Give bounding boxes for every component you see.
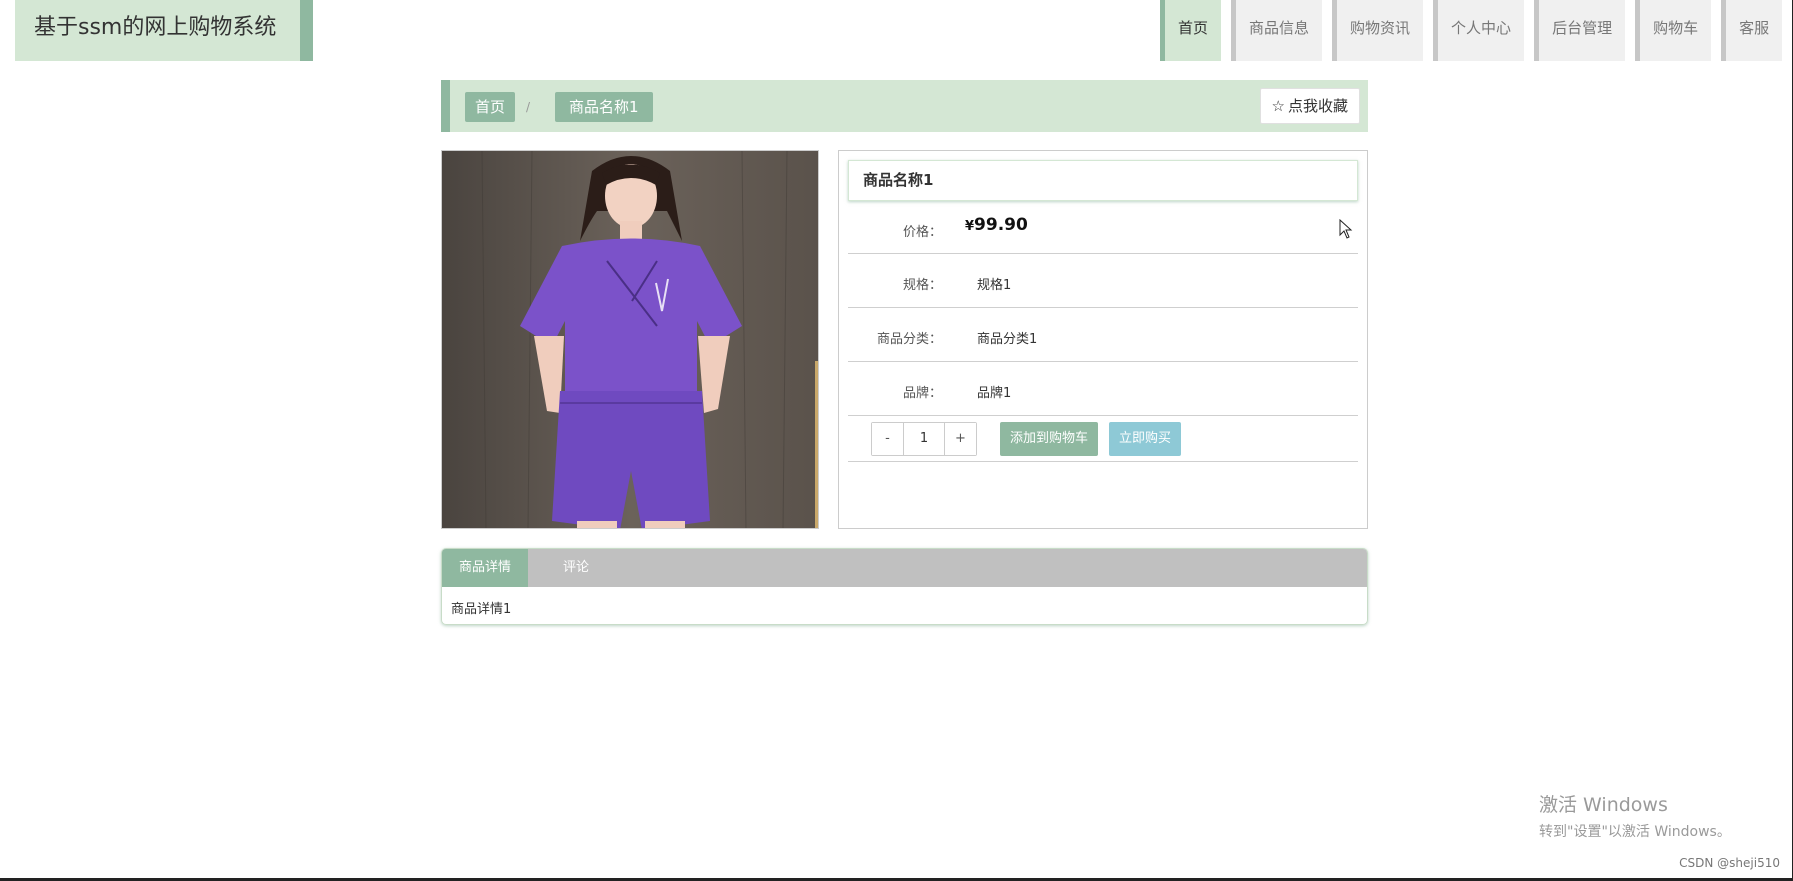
category-value: 商品分类1 xyxy=(977,332,1038,347)
buy-now-button[interactable]: 立即购买 xyxy=(1109,422,1182,456)
category-row: 商品分类： 商品分类1 xyxy=(848,308,1358,362)
brand-value: 品牌1 xyxy=(977,386,1012,401)
tab-comments[interactable]: 评论 xyxy=(528,549,624,587)
tab-content: 商品详情1 xyxy=(451,602,512,617)
quantity-minus-button[interactable]: - xyxy=(872,423,903,455)
watermark-line2: 转到"设置"以激活 Windows。 xyxy=(1539,824,1731,840)
windows-activation-watermark: 激活 Windows 转到"设置"以激活 Windows。 xyxy=(1539,790,1731,841)
quantity-plus-button[interactable]: + xyxy=(945,423,976,455)
nav-item-profile[interactable]: 个人中心 xyxy=(1433,0,1525,61)
price-currency: ¥ xyxy=(965,219,975,234)
tab-bar: 商品详情 评论 xyxy=(442,549,1367,587)
star-outline-icon: ☆ xyxy=(1271,97,1285,115)
quantity-input[interactable]: 1 xyxy=(903,423,945,455)
add-to-cart-button[interactable]: 添加到购物车 xyxy=(1000,422,1099,456)
spec-row: 规格： 规格1 xyxy=(848,254,1358,308)
breadcrumb-home[interactable]: 首页 xyxy=(465,92,516,122)
favorite-button[interactable]: ☆ 点我收藏 xyxy=(1259,88,1360,124)
nav-item-news[interactable]: 购物资讯 xyxy=(1332,0,1424,61)
watermark-line1: 激活 Windows xyxy=(1539,794,1668,816)
price-amount: 99.90 xyxy=(974,215,1028,235)
top-nav: 首页 商品信息 购物资讯 个人中心 后台管理 购物车 客服 xyxy=(1160,0,1792,61)
price-value: ¥99.90 xyxy=(965,215,1028,235)
spec-value: 规格1 xyxy=(977,278,1012,293)
nav-item-cart[interactable]: 购物车 xyxy=(1635,0,1712,61)
price-row: 价格： ¥99.90 xyxy=(848,200,1358,254)
brand-row: 品牌： 品牌1 xyxy=(848,362,1358,416)
product-tabs: 商品详情 评论 商品详情1 xyxy=(441,548,1368,625)
nav-item-service[interactable]: 客服 xyxy=(1721,0,1783,61)
price-label: 价格： xyxy=(902,225,942,240)
breadcrumb: 首页 / 商品名称1 ☆ 点我收藏 xyxy=(441,80,1368,132)
product-image xyxy=(441,150,819,529)
product-photo xyxy=(442,151,818,528)
spec-label: 规格： xyxy=(902,278,942,293)
mouse-cursor-icon xyxy=(1339,219,1353,239)
action-row: - 1 + 添加到购物车 立即购买 xyxy=(848,416,1358,462)
tab-detail[interactable]: 商品详情 xyxy=(442,549,529,587)
product-info-panel: 商品名称1 价格： ¥99.90 规格： 规格1 商品分类： 商品分类1 品牌：… xyxy=(838,150,1368,529)
nav-item-home[interactable]: 首页 xyxy=(1160,0,1222,61)
quantity-stepper: - 1 + xyxy=(871,422,977,456)
breadcrumb-current: 商品名称1 xyxy=(555,92,653,122)
product-title: 商品名称1 xyxy=(848,160,1358,201)
breadcrumb-separator: / xyxy=(526,100,531,114)
nav-item-products[interactable]: 商品信息 xyxy=(1231,0,1323,61)
csdn-credit: CSDN @sheji510 xyxy=(1679,856,1780,870)
site-title: 基于ssm的网上购物系统 xyxy=(15,0,313,61)
brand-label: 品牌： xyxy=(902,386,942,401)
nav-item-admin[interactable]: 后台管理 xyxy=(1534,0,1626,61)
category-label: 商品分类： xyxy=(876,332,942,347)
favorite-label: 点我收藏 xyxy=(1287,97,1348,115)
